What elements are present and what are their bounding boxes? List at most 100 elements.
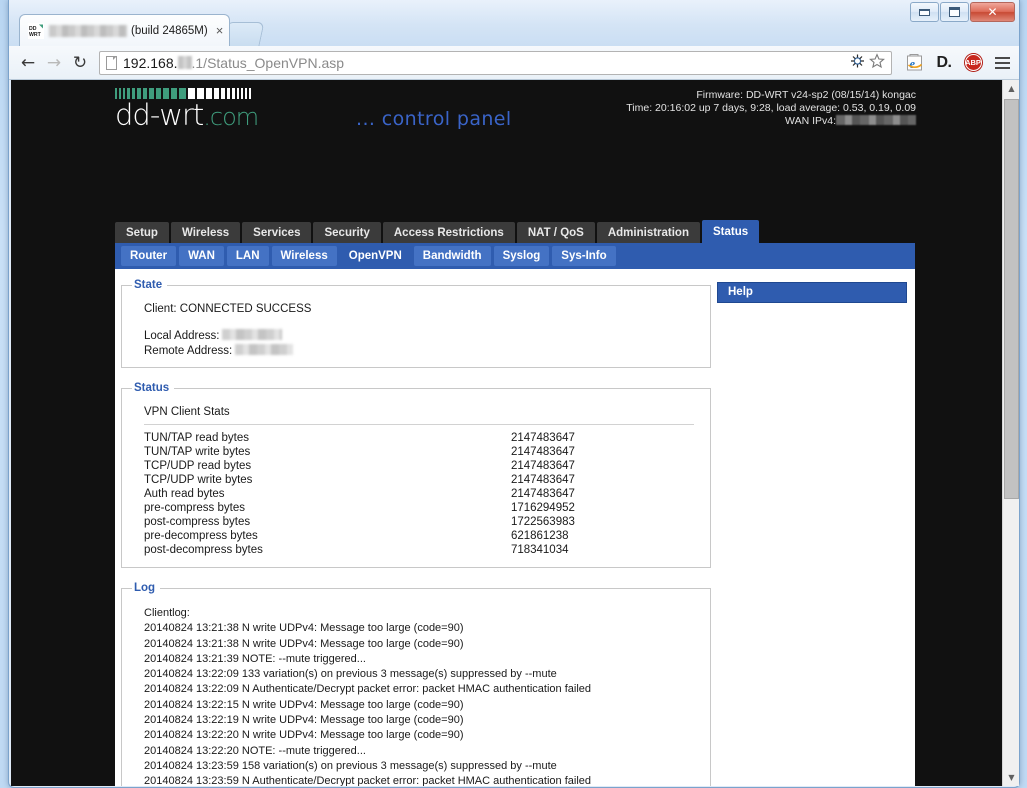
extension-glyph-icon[interactable] xyxy=(849,53,866,72)
stat-value: 2147483647 xyxy=(510,432,575,444)
vpn-stats-table: TUN/TAP read bytes 2147483647 TUN/TAP wri… xyxy=(144,431,712,557)
stat-value: 2147483647 xyxy=(510,460,575,472)
bookmark-star-icon[interactable] xyxy=(869,53,885,72)
stat-key: pre-compress bytes xyxy=(144,502,245,514)
control-panel-label: ... control panel xyxy=(356,108,512,130)
tab-close-icon[interactable]: × xyxy=(216,23,224,38)
svg-text:e: e xyxy=(910,57,916,71)
remote-address-label: Remote Address: xyxy=(144,345,233,357)
logo-com-text: .com xyxy=(203,103,259,131)
tab-security[interactable]: Security xyxy=(313,222,381,244)
firmware-line: Firmware: DD-WRT v24-sp2 (08/15/14) kong… xyxy=(696,89,916,101)
table-row: Auth read bytes 2147483647 xyxy=(144,487,712,501)
scroll-up-icon[interactable]: ▲ xyxy=(1003,80,1019,97)
stat-key: TUN/TAP write bytes xyxy=(144,446,251,458)
subtab-lan[interactable]: LAN xyxy=(226,246,269,266)
tab-services[interactable]: Services xyxy=(242,222,312,244)
ddwrt-favicon-icon: DD WRT xyxy=(28,22,44,39)
stat-value: 2147483647 xyxy=(510,474,575,486)
page-header: dd-wrt.com ... control panel Firmware: D… xyxy=(11,80,1002,138)
url-path: .1/Status_OpenVPN.asp xyxy=(191,54,345,71)
stat-key: post-decompress bytes xyxy=(144,544,263,556)
subtab-syslog[interactable]: Syslog xyxy=(493,246,550,266)
stat-value: 2147483647 xyxy=(510,488,575,500)
subtab-router[interactable]: Router xyxy=(121,246,177,266)
vpn-client-stats-title: VPN Client Stats xyxy=(144,406,230,418)
remote-address-value-redacted xyxy=(235,344,294,355)
stat-value: 718341034 xyxy=(510,544,569,556)
state-section: State Client: CONNECTED SUCCESS Local Ad… xyxy=(121,279,711,368)
table-row: TCP/UDP read bytes 2147483647 xyxy=(144,459,712,473)
ie-tab-icon[interactable]: e xyxy=(904,52,926,74)
page-info-icon[interactable] xyxy=(106,55,117,70)
status-section: Status VPN Client Stats TUN/TAP read byt… xyxy=(121,382,711,568)
local-address-row: Local Address: xyxy=(132,315,700,342)
tab-setup[interactable]: Setup xyxy=(115,222,169,244)
help-panel: Help xyxy=(717,282,907,303)
svg-text:WRT: WRT xyxy=(29,32,42,38)
scrollbar-thumb[interactable] xyxy=(1004,99,1019,499)
tab-nat-qos[interactable]: NAT / QoS xyxy=(516,222,595,244)
stat-key: TCP/UDP write bytes xyxy=(144,474,253,486)
address-bar[interactable]: 192.168. .1/Status_OpenVPN.asp xyxy=(99,50,892,75)
tab-title-redacted xyxy=(49,24,127,37)
sub-nav-tabs: Router WAN LAN Wireless OpenVPN Bandwidt… xyxy=(115,243,915,269)
page-scrollbar[interactable]: ▲ ▼ xyxy=(1002,80,1019,786)
back-button[interactable]: ← xyxy=(15,50,41,76)
ddwrt-page: dd-wrt.com ... control panel Firmware: D… xyxy=(11,80,1002,786)
client-status-line: Client: CONNECTED SUCCESS xyxy=(144,303,312,315)
remote-address-row: Remote Address: xyxy=(132,342,700,357)
tab-administration[interactable]: Administration xyxy=(596,222,700,244)
subtab-wan[interactable]: WAN xyxy=(179,246,224,266)
table-row: post-compress bytes 1722563983 xyxy=(144,515,712,529)
table-row: TCP/UDP write bytes 2147483647 xyxy=(144,473,712,487)
local-address-value-redacted xyxy=(222,329,283,340)
state-legend: State xyxy=(134,279,163,291)
forward-button[interactable]: → xyxy=(41,50,67,76)
time-line: Time: 20:16:02 up 7 days, 9:28, load ave… xyxy=(626,102,916,114)
subtab-sys-info[interactable]: Sys-Info xyxy=(552,246,616,266)
wan-ipv4-label: WAN IPv4: xyxy=(785,115,836,127)
stats-divider xyxy=(144,424,694,425)
tab-access-restrictions[interactable]: Access Restrictions xyxy=(382,222,515,244)
subtab-bandwidth[interactable]: Bandwidth xyxy=(413,246,491,266)
log-legend: Log xyxy=(134,582,156,594)
subtab-wireless[interactable]: Wireless xyxy=(271,246,337,266)
url-host: 192.168. xyxy=(123,54,178,71)
page-content: State Client: CONNECTED SUCCESS Local Ad… xyxy=(115,269,915,786)
help-title: Help xyxy=(717,282,907,303)
stat-key: TUN/TAP read bytes xyxy=(144,432,250,444)
reload-button[interactable]: ↻ xyxy=(67,50,93,76)
system-info: Firmware: DD-WRT v24-sp2 (08/15/14) kong… xyxy=(626,89,916,128)
main-nav-tabs: Setup Wireless Services Security Access … xyxy=(115,220,760,244)
tab-status[interactable]: Status xyxy=(701,220,760,244)
tab-title-suffix: (build 24865M) xyxy=(131,24,208,37)
ddwrt-logo[interactable]: dd-wrt.com xyxy=(115,88,259,132)
stat-value: 1722563983 xyxy=(510,516,575,528)
tab-strip: DD WRT (build 24865M) × xyxy=(9,14,1019,46)
subtab-openvpn[interactable]: OpenVPN xyxy=(339,246,411,266)
browser-window: ✕ DD WRT (build 24865M) × ← → ↻ 192.168.… xyxy=(8,0,1020,788)
extension-toolbar: e D. ABP xyxy=(898,52,1013,74)
stat-key: pre-decompress bytes xyxy=(144,530,258,542)
table-row: pre-compress bytes 1716294952 xyxy=(144,501,712,515)
scroll-down-icon[interactable]: ▼ xyxy=(1003,769,1019,786)
table-row: TUN/TAP write bytes 2147483647 xyxy=(144,445,712,459)
stat-value: 2147483647 xyxy=(510,446,575,458)
stat-key: TCP/UDP read bytes xyxy=(144,460,252,472)
table-row: post-decompress bytes 718341034 xyxy=(144,543,712,557)
wan-ipv4-value-redacted xyxy=(836,115,916,125)
status-legend: Status xyxy=(134,382,170,394)
stat-value: 1716294952 xyxy=(510,502,575,514)
local-address-label: Local Address: xyxy=(144,330,220,342)
logo-main-text: dd-wrt xyxy=(115,98,204,132)
stat-key: post-compress bytes xyxy=(144,516,251,528)
log-section: Log Clientlog: 20140824 13:21:38 N write… xyxy=(121,582,711,786)
tab-wireless[interactable]: Wireless xyxy=(170,222,241,244)
disconnect-icon[interactable]: D. xyxy=(933,52,955,74)
url-redacted-octet xyxy=(177,56,192,69)
adblock-plus-icon[interactable]: ABP xyxy=(962,52,984,74)
chrome-menu-icon[interactable] xyxy=(991,52,1013,74)
browser-toolbar: ← → ↻ 192.168. .1/Status_OpenVPN.asp e D… xyxy=(9,46,1019,80)
browser-tab-ddwrt[interactable]: DD WRT (build 24865M) × xyxy=(19,14,231,46)
